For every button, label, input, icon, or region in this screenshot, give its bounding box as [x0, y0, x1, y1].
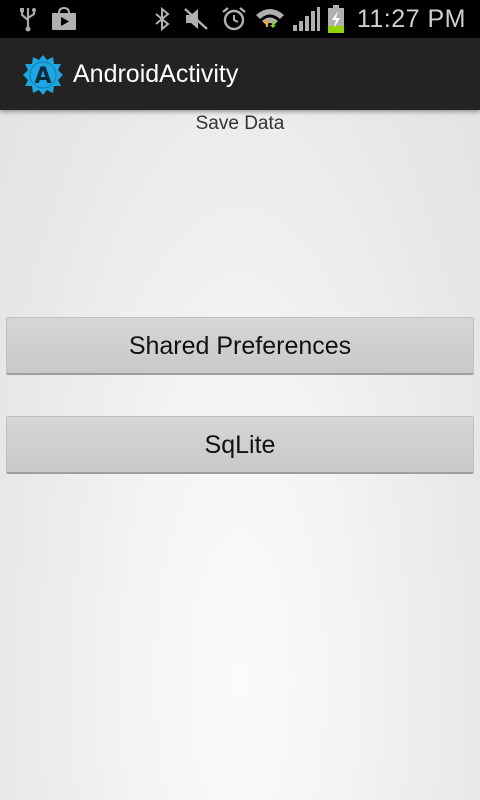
- signal-icon: [290, 0, 322, 38]
- status-bar: 11:27 PM: [0, 0, 480, 38]
- app-icon-letter: A: [34, 64, 51, 89]
- mute-icon: [182, 0, 210, 38]
- sqlite-button[interactable]: SqLite: [6, 416, 474, 474]
- status-time: 11:27 PM: [356, 5, 466, 33]
- action-bar: [0, 38, 480, 110]
- shared-preferences-button[interactable]: Shared Preferences: [6, 317, 474, 375]
- usb-icon: [16, 0, 40, 38]
- app-title: AndroidActivity: [73, 60, 239, 88]
- alarm-icon: [220, 0, 248, 38]
- battery-charging-icon: [326, 0, 346, 38]
- save-data-label: Save Data: [195, 113, 285, 134]
- wifi-icon: [254, 0, 286, 38]
- bluetooth-icon: [152, 0, 172, 38]
- play-store-icon: [50, 0, 78, 38]
- app-launcher-icon[interactable]: A: [22, 54, 64, 96]
